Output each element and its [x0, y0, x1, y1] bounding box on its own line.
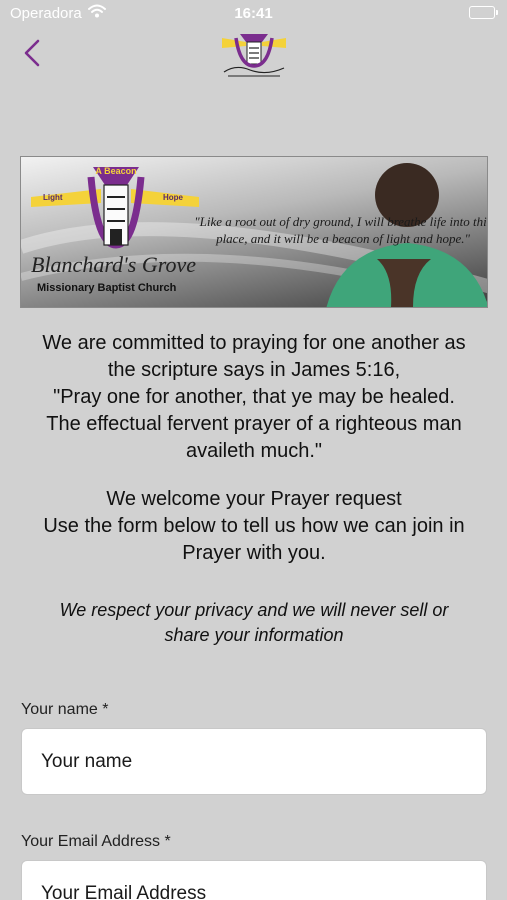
welcome-line: Prayer with you. [182, 542, 326, 564]
intro-line: availeth much." [185, 440, 323, 462]
intro-line: the scripture says in James 5:16, [107, 359, 401, 381]
logo-word-hope: Hope [163, 193, 183, 202]
banner-quote: "Like a root out of dry ground, I will b… [194, 214, 488, 246]
welcome-text: We welcome your Prayer request Use the f… [14, 486, 494, 567]
church-subtitle: Missionary Baptist Church [37, 282, 177, 294]
email-input[interactable] [21, 860, 487, 900]
clock: 16:41 [234, 5, 273, 22]
nav-bar [0, 28, 507, 84]
intro-line: The effectual fervent prayer of a righte… [46, 413, 462, 435]
status-bar: Operadora 16:41 [0, 0, 507, 28]
email-label: Your Email Address * [21, 833, 171, 850]
logo-word-light: Light [43, 193, 63, 202]
church-banner: A Beacon Light Hope Blanchard's Grove Mi… [20, 156, 488, 308]
back-button[interactable] [18, 36, 48, 70]
name-label: Your name * [21, 701, 109, 718]
privacy-line: We respect your privacy and we will neve… [59, 600, 449, 620]
name-input[interactable] [21, 728, 487, 795]
church-script-name: Blanchard's Grove [31, 252, 196, 277]
privacy-notice: We respect your privacy and we will neve… [14, 598, 494, 648]
logo-word-beacon: A Beacon [95, 166, 137, 176]
church-logo-icon [216, 28, 292, 80]
intro-line: "Pray one for another, that ye may be he… [53, 386, 455, 408]
intro-text: We are committed to praying for one anot… [14, 330, 494, 465]
battery-icon [469, 6, 498, 19]
chevron-left-icon [24, 39, 40, 67]
welcome-line: Use the form below to tell us how we can… [43, 515, 465, 537]
intro-line: We are committed to praying for one anot… [42, 332, 466, 354]
welcome-line: We welcome your Prayer request [106, 488, 402, 510]
privacy-line: share your information [164, 625, 344, 645]
